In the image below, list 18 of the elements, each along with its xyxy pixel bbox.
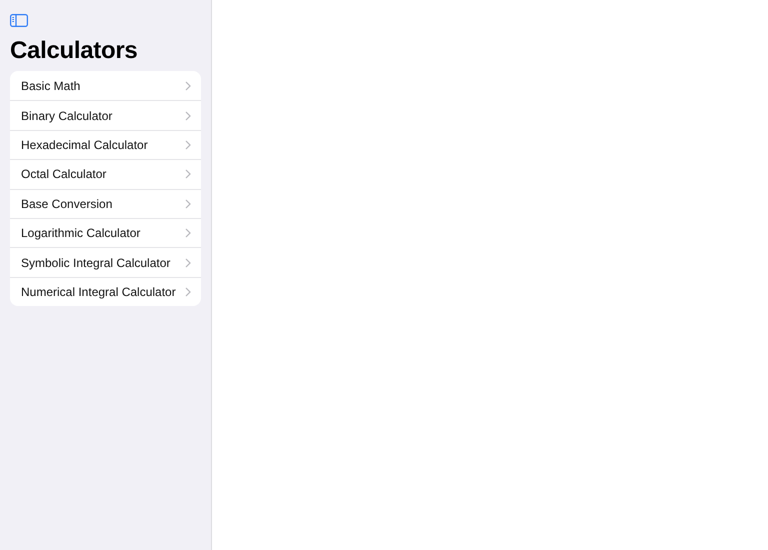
list-item[interactable]: Symbolic Integral Calculator [10, 247, 201, 277]
list-item[interactable]: Basic Math [10, 71, 201, 100]
chevron-icon [185, 198, 191, 209]
list-item[interactable]: Logarithmic Calculator [10, 218, 201, 248]
chevron-icon [185, 286, 191, 297]
sidebar-title: Calculators [10, 36, 138, 66]
list-item[interactable]: Hexadecimal Calculator [10, 130, 201, 160]
sidebar-toggle-button[interactable] [10, 12, 30, 28]
list-item[interactable]: Octal Calculator [10, 159, 201, 189]
list-item[interactable]: Base Conversion [10, 188, 201, 218]
list-item[interactable]: Binary Calculator [10, 100, 201, 130]
chevron-icon [185, 80, 191, 91]
chevron-icon [185, 169, 191, 180]
list-item[interactable]: Numerical Integral Calculator [10, 276, 201, 306]
chevron-icon [185, 228, 191, 238]
chevron-icon [185, 258, 191, 268]
chevron-icon [185, 140, 191, 150]
chevron-icon [185, 110, 191, 121]
